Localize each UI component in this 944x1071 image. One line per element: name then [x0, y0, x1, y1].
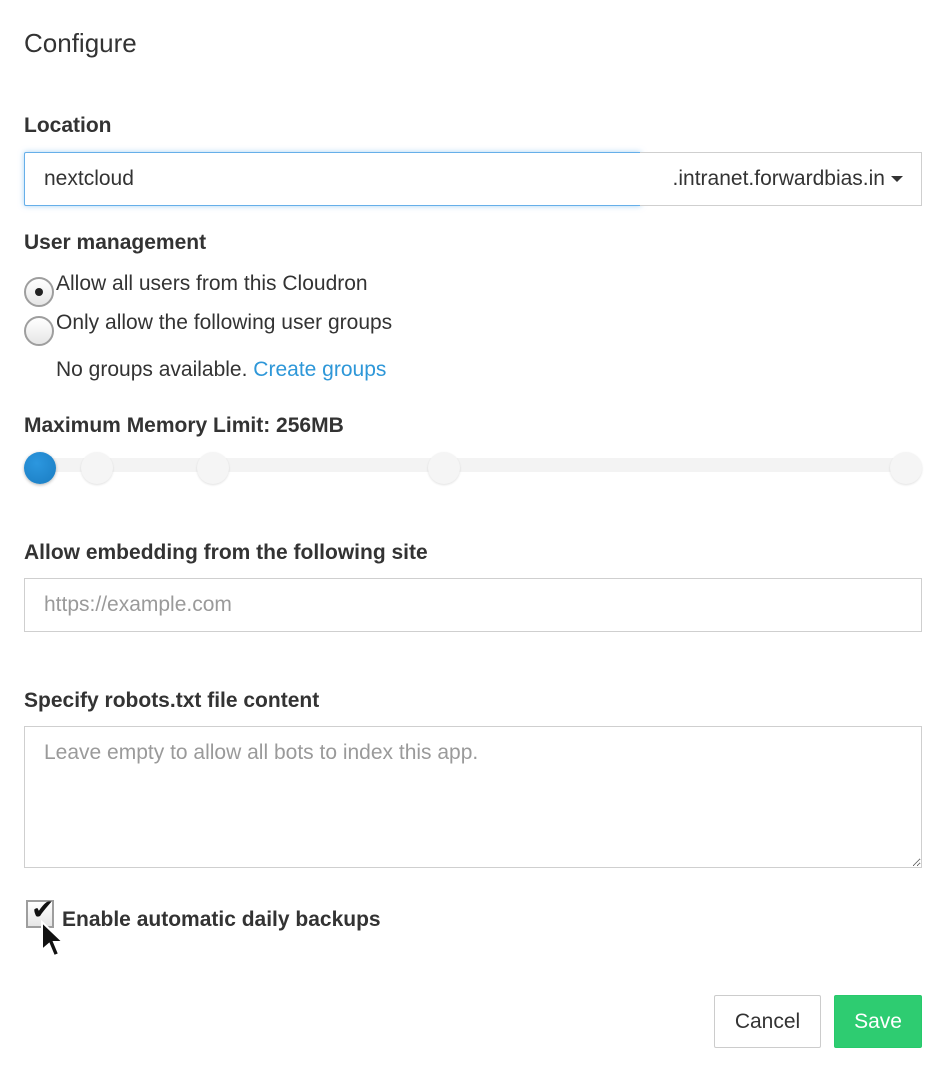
- robots-textarea[interactable]: [24, 726, 922, 868]
- domain-dropdown-value: .intranet.forwardbias.in: [672, 167, 885, 190]
- memory-slider-stop[interactable]: [428, 452, 460, 484]
- create-groups-link[interactable]: Create groups: [253, 358, 386, 381]
- embedding-label: Allow embedding from the following site: [24, 541, 428, 564]
- domain-dropdown[interactable]: .intranet.forwardbias.in: [640, 152, 922, 206]
- radio-allow-all-users[interactable]: Allow all users from this Cloudron: [24, 272, 368, 307]
- radio-button-checked[interactable]: [24, 277, 54, 307]
- embedding-url-input[interactable]: [24, 578, 922, 632]
- radio-only-groups-label: Only allow the following user groups: [56, 311, 393, 334]
- no-groups-message: No groups available. Create groups: [56, 358, 386, 382]
- location-label: Location: [24, 114, 112, 137]
- memory-slider-stop[interactable]: [197, 452, 229, 484]
- caret-down-icon: [891, 176, 903, 182]
- cancel-button[interactable]: Cancel: [714, 995, 821, 1048]
- memory-slider-stop[interactable]: [81, 452, 113, 484]
- memory-slider-stop[interactable]: [890, 452, 922, 484]
- location-input[interactable]: [24, 152, 641, 206]
- save-button[interactable]: Save: [834, 995, 922, 1048]
- radio-button-unchecked[interactable]: [24, 316, 54, 346]
- radio-allow-all-label: Allow all users from this Cloudron: [56, 272, 368, 295]
- radio-only-groups[interactable]: Only allow the following user groups: [24, 311, 392, 346]
- robots-label: Specify robots.txt file content: [24, 689, 320, 712]
- dialog-title: Configure: [24, 28, 137, 58]
- user-management-label: User management: [24, 231, 207, 254]
- memory-slider-track[interactable]: [40, 458, 906, 472]
- memory-slider-handle[interactable]: [24, 452, 56, 484]
- no-groups-text: No groups available.: [56, 358, 248, 381]
- backups-label: Enable automatic daily backups: [62, 908, 381, 931]
- memory-limit-label: Maximum Memory Limit: 256MB: [24, 414, 344, 437]
